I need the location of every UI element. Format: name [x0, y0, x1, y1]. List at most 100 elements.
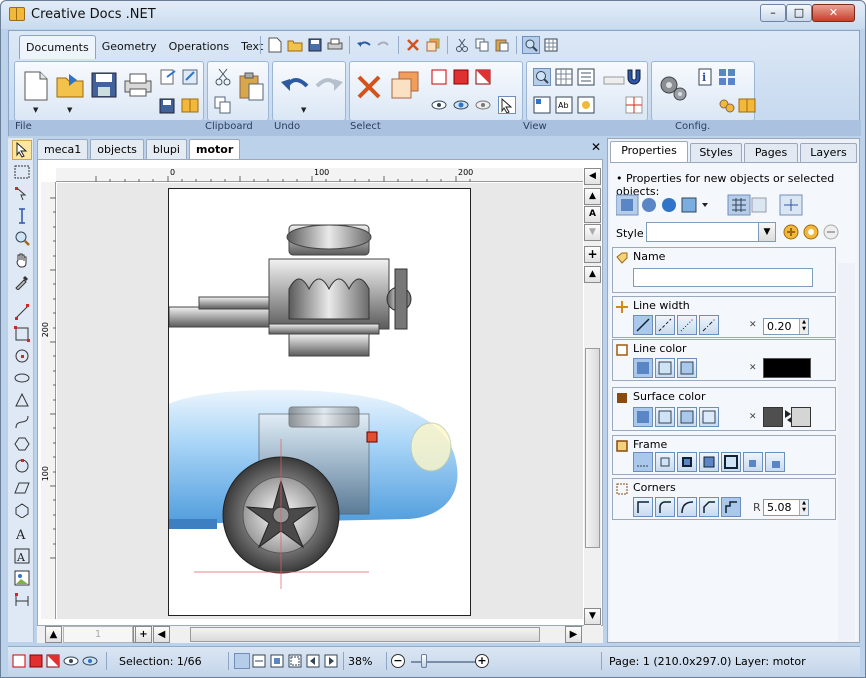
ellipse-tool-icon[interactable] — [12, 368, 32, 388]
tab-layers[interactable]: Layers — [800, 143, 857, 162]
add-style-icon[interactable] — [782, 223, 800, 244]
frame-option-double[interactable] — [699, 452, 719, 472]
image-tool-icon[interactable] — [12, 568, 32, 588]
color-plain-option[interactable] — [633, 358, 653, 378]
quick-print-icon[interactable] — [326, 36, 344, 54]
quick-cut-icon[interactable] — [453, 36, 471, 54]
surface-conic-option[interactable] — [699, 407, 719, 427]
text-cursor-tool-icon[interactable] — [12, 206, 32, 226]
ribbon-tab-geometry[interactable]: Geometry — [96, 35, 163, 59]
text-line-tool-icon[interactable]: A — [12, 524, 32, 544]
page-up-button[interactable]: ▲ — [45, 626, 62, 643]
undo-icon[interactable] — [281, 74, 309, 99]
ribbon-tab-operations[interactable]: Operations — [163, 35, 235, 59]
windows-icon[interactable] — [718, 68, 736, 86]
polygon-tool-icon[interactable] — [12, 390, 32, 410]
panel-scrollbar[interactable] — [838, 263, 855, 641]
parallelogram-tool-icon[interactable] — [12, 478, 32, 498]
show-icon[interactable] — [452, 96, 470, 114]
scroll-left-button[interactable]: ◀ — [153, 626, 170, 643]
pointer-select-icon[interactable] — [498, 96, 516, 114]
zoom-prev-icon[interactable] — [306, 654, 320, 671]
select-invert-icon[interactable] — [474, 68, 492, 86]
doc-tab-motor[interactable]: motor — [188, 139, 241, 159]
settings-gears-icon[interactable] — [658, 72, 688, 105]
zoom-selection-icon[interactable] — [288, 654, 302, 671]
dimension-tool-icon[interactable] — [12, 590, 32, 610]
volume-tool-icon[interactable] — [12, 500, 32, 520]
magnet-icon[interactable] — [625, 68, 643, 86]
import-icon[interactable] — [181, 68, 199, 86]
frame-option-none[interactable] — [633, 452, 653, 472]
scroll-right-button[interactable]: ▶ — [565, 626, 582, 643]
remove-style-icon[interactable] — [822, 223, 840, 244]
doc-tab-blupi[interactable]: blupi — [145, 139, 187, 159]
new-document-icon[interactable] — [23, 70, 49, 105]
rect-select-tool-icon[interactable] — [12, 162, 32, 182]
quick-open-icon[interactable] — [286, 36, 304, 54]
scroll-top-button[interactable]: ▲ — [584, 266, 601, 283]
line-dashdot-option[interactable] — [699, 315, 719, 335]
open-folder-icon[interactable] — [55, 72, 85, 103]
save-as-icon[interactable] — [159, 96, 177, 114]
color-radial-option[interactable] — [677, 358, 697, 378]
zoom-out-button[interactable]: − — [391, 654, 405, 668]
text-box-tool-icon[interactable]: A — [12, 546, 32, 566]
zoom-100-icon[interactable] — [270, 654, 284, 671]
paste-icon[interactable] — [238, 72, 266, 105]
select-invert-status-icon[interactable] — [46, 654, 60, 671]
scroll-up-button[interactable]: ◀ — [584, 168, 601, 185]
color-linear-option[interactable] — [655, 358, 675, 378]
tab-styles[interactable]: Styles — [690, 143, 742, 162]
ribbon-tab-documents[interactable]: Documents — [19, 35, 96, 59]
surface-color2-swatch[interactable] — [791, 407, 811, 427]
corner-curve-option[interactable] — [677, 497, 697, 517]
name-input[interactable] — [633, 268, 813, 287]
style-select[interactable]: ▼ — [646, 222, 776, 242]
plugins-icon[interactable] — [718, 96, 736, 114]
zoom-width-icon[interactable] — [252, 654, 266, 671]
drawing-canvas[interactable] — [57, 183, 583, 619]
zoom-in-button[interactable]: + — [475, 654, 489, 668]
copy-icon[interactable] — [214, 96, 232, 114]
show-status-icon[interactable] — [82, 654, 98, 671]
font-size-button[interactable]: A — [584, 206, 601, 223]
info-icon[interactable]: i — [696, 68, 714, 86]
line-dot-option[interactable] — [677, 315, 697, 335]
quick-new-icon[interactable] — [266, 36, 284, 54]
scroll-down-button[interactable]: ▼ — [584, 608, 601, 625]
corner-radius-input[interactable]: 5.08 ▲ ▼ — [763, 499, 809, 516]
quick-delete-icon[interactable] — [404, 36, 422, 54]
quick-duplicate-icon[interactable] — [424, 36, 442, 54]
line-width-input[interactable]: 0.20 ▲ ▼ — [763, 318, 809, 335]
add-page-button[interactable]: + — [584, 246, 601, 263]
maximize-button[interactable]: □ — [786, 4, 812, 22]
guides-icon[interactable] — [625, 96, 643, 114]
minimize-button[interactable]: – — [760, 4, 786, 22]
quick-redo-icon[interactable] — [375, 36, 393, 54]
vertical-scroll-thumb[interactable] — [585, 348, 600, 548]
tab-pages[interactable]: Pages — [744, 143, 798, 162]
labels-icon[interactable]: Ab — [555, 96, 573, 114]
quick-grid-icon[interactable] — [542, 36, 560, 54]
frame-option-outset[interactable] — [765, 452, 785, 472]
select-none-status-icon[interactable] — [12, 654, 26, 671]
preview-icon[interactable] — [533, 96, 551, 114]
print-icon[interactable] — [123, 72, 153, 101]
zoom-page-icon[interactable] — [234, 653, 250, 669]
page-sheet[interactable] — [168, 188, 471, 616]
grid-icon[interactable] — [555, 68, 573, 86]
line-solid-option[interactable] — [633, 315, 653, 335]
zoom-slider-thumb[interactable] — [421, 654, 427, 668]
line-dash-option[interactable] — [655, 315, 675, 335]
circle-tool-icon[interactable] — [12, 346, 32, 366]
corner-bevel-option[interactable] — [699, 497, 719, 517]
horizontal-scroll-thumb[interactable] — [190, 627, 540, 642]
arrow-select-tool-icon[interactable] — [12, 140, 32, 160]
chevron-down-icon[interactable]: ▼ — [301, 106, 306, 114]
select-all-status-icon[interactable] — [29, 654, 43, 671]
doc-tab-meca1[interactable]: meca1 — [37, 139, 89, 159]
page-number-field[interactable]: 1 — [63, 626, 133, 643]
quick-undo-icon[interactable] — [355, 36, 373, 54]
surface-linear-option[interactable] — [655, 407, 675, 427]
